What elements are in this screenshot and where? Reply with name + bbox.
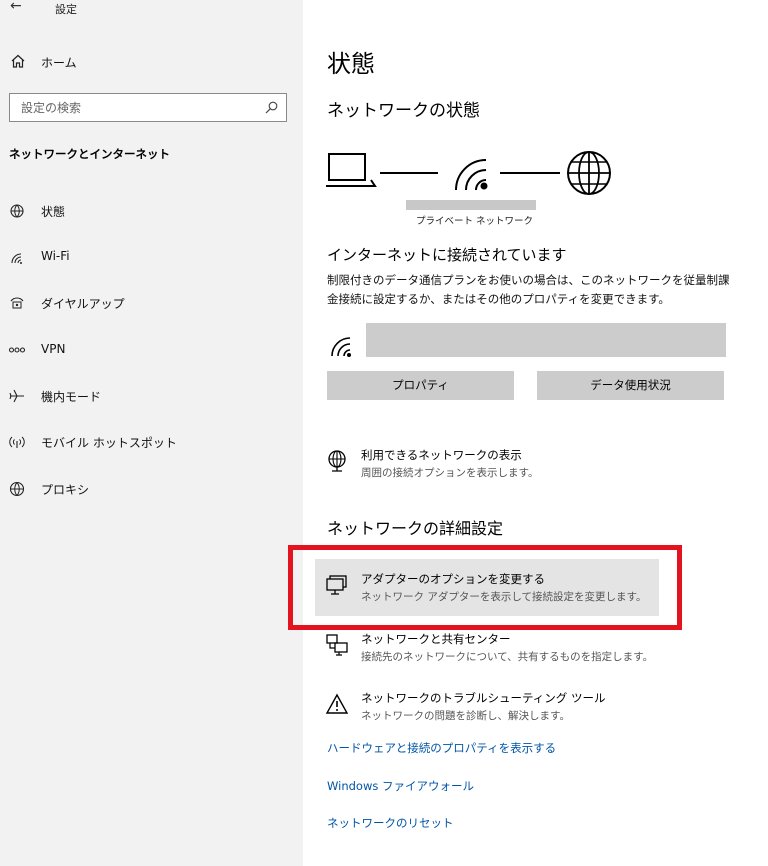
sharing-center-icon bbox=[326, 634, 348, 656]
main-content: 状態 ネットワークの状態 プライベート ネットワーク インターネットに接続されて… bbox=[303, 0, 768, 866]
properties-button[interactable]: プロパティ bbox=[327, 371, 514, 400]
sidebar-item-vpn[interactable]: VPN bbox=[0, 333, 303, 367]
advanced-settings-heading: ネットワークの詳細設定 bbox=[327, 519, 504, 538]
search-input[interactable] bbox=[10, 94, 260, 121]
network-diagram bbox=[326, 151, 611, 195]
sidebar-item-label: 状態 bbox=[41, 205, 66, 219]
sidebar-item-status[interactable]: 状態 bbox=[0, 194, 303, 228]
item-description: 接続先のネットワークについて、共有するものを指定します。 bbox=[361, 651, 654, 663]
sidebar-item-label: 機内モード bbox=[41, 390, 102, 404]
connection-status-title: インターネットに接続されています bbox=[327, 246, 567, 264]
network-type-label: プライベート ネットワーク bbox=[416, 216, 534, 227]
search-box[interactable] bbox=[9, 93, 287, 122]
redacted-ssid bbox=[366, 323, 726, 357]
search-icon[interactable] bbox=[265, 101, 278, 114]
sidebar-item-wifi[interactable]: Wi-Fi bbox=[0, 240, 303, 274]
laptop-icon bbox=[326, 153, 377, 187]
wifi-large-icon bbox=[455, 159, 488, 191]
network-reset-link[interactable]: ネットワークのリセット bbox=[327, 815, 454, 831]
sidebar-item-home[interactable]: ホーム bbox=[0, 50, 303, 76]
warning-triangle-icon bbox=[325, 693, 349, 714]
globe-status-icon bbox=[10, 204, 24, 218]
network-troubleshooter[interactable]: ネットワークのトラブルシューティング ツール ネットワークの問題を診断し、解決し… bbox=[323, 690, 703, 730]
dialup-icon bbox=[10, 297, 24, 309]
windows-firewall-link[interactable]: Windows ファイアウォール bbox=[327, 778, 474, 794]
sidebar-item-label: ダイヤルアップ bbox=[41, 297, 125, 311]
sidebar-item-label: プロキシ bbox=[41, 483, 90, 497]
sidebar-item-hotspot[interactable]: モバイル ホットスポット bbox=[0, 425, 303, 459]
item-title: 利用できるネットワークの表示 bbox=[361, 448, 522, 462]
sidebar-item-label: Wi-Fi bbox=[41, 249, 70, 263]
home-icon bbox=[11, 54, 25, 68]
section-heading: ネットワークとインターネット bbox=[9, 147, 170, 161]
title-bar: ← 設定 bbox=[0, 0, 303, 20]
network-sharing-center[interactable]: ネットワークと共有センター 接続先のネットワークについて、共有するものを指定しま… bbox=[323, 631, 703, 671]
vpn-icon bbox=[8, 347, 26, 353]
window-title: 設定 bbox=[55, 3, 77, 16]
item-description: 周囲の接続オプションを表示します。 bbox=[361, 467, 539, 479]
airplane-icon bbox=[9, 389, 24, 403]
sidebar-item-label: ホーム bbox=[41, 56, 77, 70]
globe-network-icon bbox=[328, 450, 346, 472]
page-title: 状態 bbox=[327, 50, 375, 78]
item-title: ネットワークのトラブルシューティング ツール bbox=[361, 691, 606, 705]
sidebar-item-label: VPN bbox=[41, 342, 66, 356]
sidebar-item-proxy[interactable]: プロキシ bbox=[0, 472, 303, 506]
sidebar-item-label: モバイル ホットスポット bbox=[41, 436, 177, 450]
highlight-annotation-frame bbox=[288, 545, 682, 630]
proxy-globe-icon bbox=[9, 481, 25, 497]
connection-status-description: 制限付きのデータ通信プランをお使いの場合は、このネットワークを従量制課金接続に設… bbox=[327, 273, 730, 306]
hotspot-icon bbox=[9, 436, 25, 448]
internet-globe-icon bbox=[567, 151, 611, 195]
network-status-heading: ネットワークの状態 bbox=[327, 101, 480, 121]
wifi-signal-icon bbox=[331, 337, 351, 357]
redacted-network-name bbox=[406, 200, 536, 210]
data-usage-button[interactable]: データ使用状況 bbox=[537, 371, 724, 400]
wifi-icon bbox=[11, 253, 22, 264]
sidebar: ← 設定 ホーム ネットワークとインターネット 状態 Wi-Fi bbox=[0, 0, 303, 866]
sidebar-item-dialup[interactable]: ダイヤルアップ bbox=[0, 286, 303, 320]
back-arrow-icon[interactable]: ← bbox=[10, 0, 22, 14]
item-description: ネットワークの問題を診断し、解決します。 bbox=[361, 710, 570, 722]
sidebar-item-airplane[interactable]: 機内モード bbox=[0, 379, 303, 413]
item-title: ネットワークと共有センター bbox=[361, 632, 511, 646]
show-available-networks[interactable]: 利用できるネットワークの表示 周囲の接続オプションを表示します。 bbox=[323, 447, 703, 487]
hardware-properties-link[interactable]: ハードウェアと接続のプロパティを表示する bbox=[327, 740, 556, 756]
